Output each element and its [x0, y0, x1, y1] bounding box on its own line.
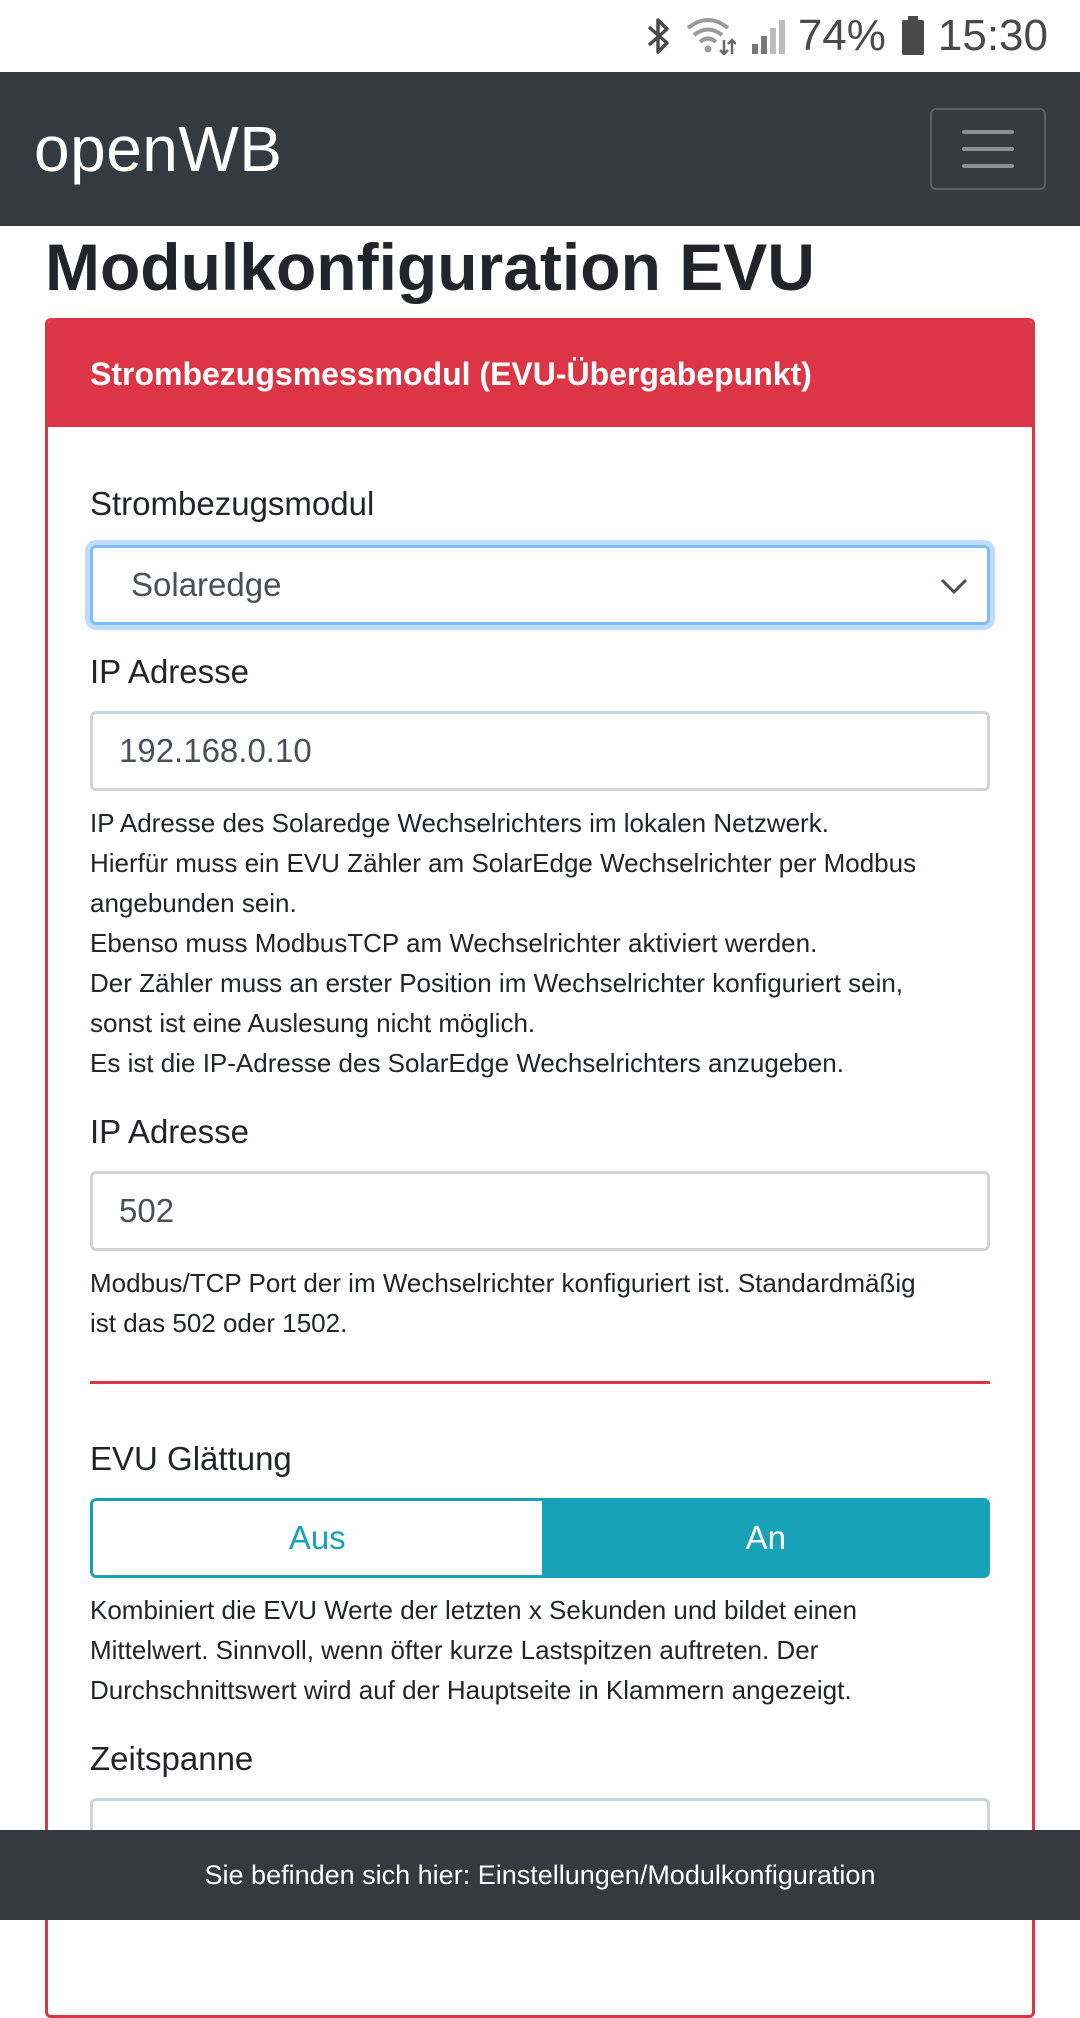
port-label: IP Adresse: [90, 1113, 249, 1150]
ip-label: IP Adresse: [90, 653, 249, 690]
ip-help-text: IP Adresse des Solaredge Wechselrichters…: [90, 808, 917, 1078]
smoothing-help-text: Kombiniert die EVU Werte der letzten x S…: [90, 1595, 857, 1705]
smoothing-toggle-group: Aus An: [90, 1498, 990, 1578]
module-label: Strombezugsmodul: [90, 485, 375, 522]
smoothing-on-button[interactable]: An: [541, 1498, 990, 1578]
card-body: Strombezugsmodul Solaredge IP Adresse 19…: [48, 427, 1032, 1878]
battery-percent: 74%: [797, 11, 886, 60]
port-value: 502: [119, 1192, 175, 1229]
navbar: openWB: [0, 72, 1080, 226]
page-title: Modulkonfiguration EVU: [45, 230, 815, 304]
module-select[interactable]: Solaredge: [90, 545, 990, 625]
ip-address-input[interactable]: 192.168.0.10: [90, 711, 990, 791]
ip-address-value: 192.168.0.10: [119, 732, 312, 769]
card-header: Strombezugsmessmodul (EVU-Übergabepunkt): [48, 321, 1032, 427]
bluetooth-icon: [646, 16, 672, 56]
evu-module-card: Strombezugsmessmodul (EVU-Übergabepunkt)…: [45, 318, 1035, 2018]
smoothing-off-button[interactable]: Aus: [90, 1498, 542, 1578]
brand-logo[interactable]: openWB: [34, 112, 282, 186]
battery-icon: [900, 15, 926, 57]
port-input[interactable]: 502: [90, 1171, 990, 1251]
hamburger-icon: [962, 130, 1014, 134]
port-help-text: Modbus/TCP Port der im Wechselrichter ko…: [90, 1268, 916, 1338]
menu-toggle-button[interactable]: [930, 108, 1046, 190]
status-bar: 74% 15:30: [0, 0, 1080, 72]
chevron-down-icon: [939, 566, 969, 604]
footer-breadcrumb: Sie befinden sich hier: Einstellungen/Mo…: [0, 1830, 1080, 1920]
module-select-value: Solaredge: [131, 566, 282, 603]
clock: 15:30: [937, 11, 1048, 60]
timespan-label: Zeitspanne: [90, 1740, 254, 1777]
wifi-icon: [686, 16, 736, 56]
smoothing-label: EVU Glättung: [90, 1440, 292, 1477]
signal-icon: [750, 16, 786, 56]
